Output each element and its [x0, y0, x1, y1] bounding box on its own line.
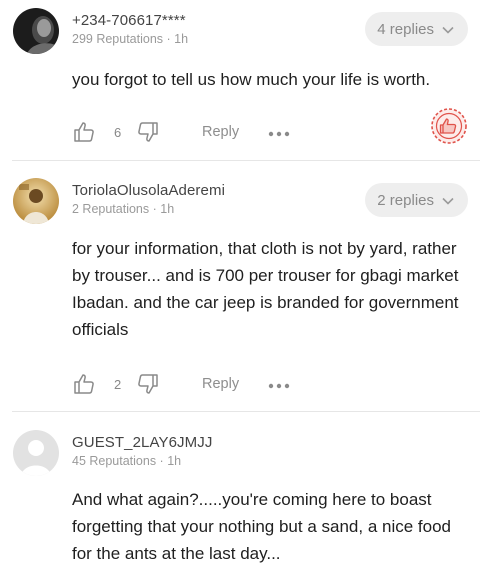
comment-text: for your information, that cloth is not …	[72, 239, 459, 339]
like-badge-icon[interactable]	[429, 106, 469, 151]
comment-author[interactable]: +234-706617****	[72, 12, 186, 29]
avatar[interactable]	[13, 430, 59, 476]
comment-actions: 6 Reply	[72, 117, 472, 147]
avatar[interactable]	[13, 8, 59, 54]
comment-meta: 45 Reputations · 1h	[72, 454, 182, 468]
comment-actions: 2 Reply	[72, 369, 472, 399]
thumbs-down-icon[interactable]	[136, 117, 160, 147]
more-dots-icon[interactable]	[268, 126, 290, 144]
comment-meta: 2 Reputations · 1h	[72, 202, 175, 216]
comment-text: you forgot to tell us how much your life…	[72, 70, 431, 89]
like-count: 2	[114, 377, 122, 392]
comment-item: +234-706617**** 299 Reputations · 1h 4 r…	[0, 0, 480, 160]
more-dots-icon[interactable]	[268, 378, 290, 396]
chevron-down-icon	[442, 192, 454, 209]
thumbs-up-icon[interactable]	[72, 369, 96, 399]
replies-button[interactable]: 4 replies	[365, 12, 468, 46]
replies-button[interactable]: 2 replies	[365, 183, 468, 217]
chevron-down-icon	[442, 21, 454, 38]
reply-button[interactable]: Reply	[202, 376, 239, 392]
reply-button[interactable]: Reply	[202, 124, 239, 140]
thumbs-down-icon[interactable]	[136, 369, 160, 399]
comment-item: GUEST_2LAY6JMJJ 45 Reputations · 1h And …	[0, 412, 480, 585]
comment-author[interactable]: GUEST_2LAY6JMJJ	[72, 434, 212, 451]
comment-text: And what again?.....you're coming here t…	[72, 490, 451, 563]
replies-label: 2 replies	[377, 191, 434, 209]
avatar[interactable]	[13, 178, 59, 224]
comment-author[interactable]: ToriolaOlusolaAderemi	[72, 182, 225, 199]
replies-label: 4 replies	[377, 20, 434, 38]
like-count: 6	[114, 125, 122, 140]
comment-meta: 299 Reputations · 1h	[72, 32, 189, 46]
thumbs-up-icon[interactable]	[72, 117, 96, 147]
comment-item: ToriolaOlusolaAderemi 2 Reputations · 1h…	[0, 161, 480, 411]
